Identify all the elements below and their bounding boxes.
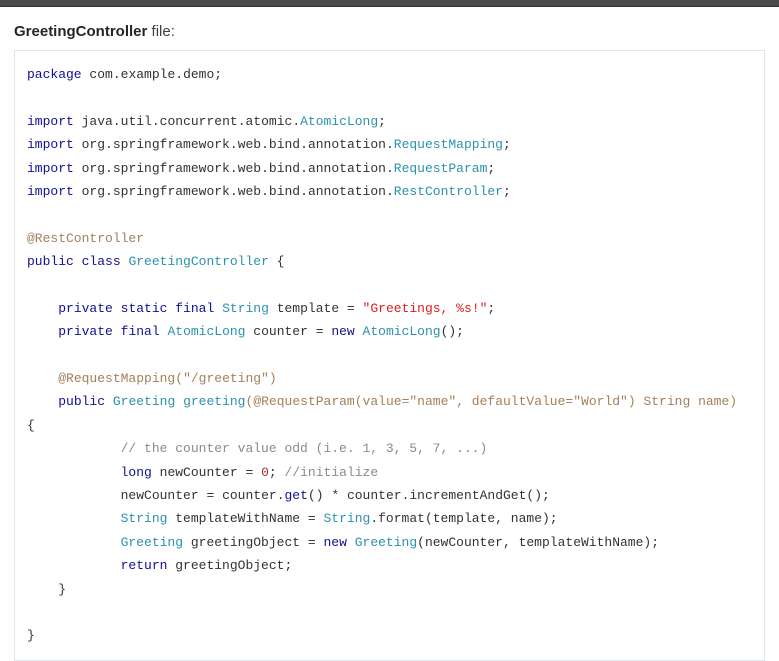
code-description: GreetingController file:: [14, 23, 765, 40]
answer-body: GreetingController file: package com.exa…: [0, 7, 779, 661]
code-content: package com.example.demo; import java.ut…: [27, 67, 745, 643]
filename-suffix: file:: [147, 23, 175, 40]
code-block[interactable]: package com.example.demo; import java.ut…: [14, 50, 765, 661]
window-topbar: [0, 0, 779, 7]
filename-strong: GreetingController: [14, 23, 147, 40]
